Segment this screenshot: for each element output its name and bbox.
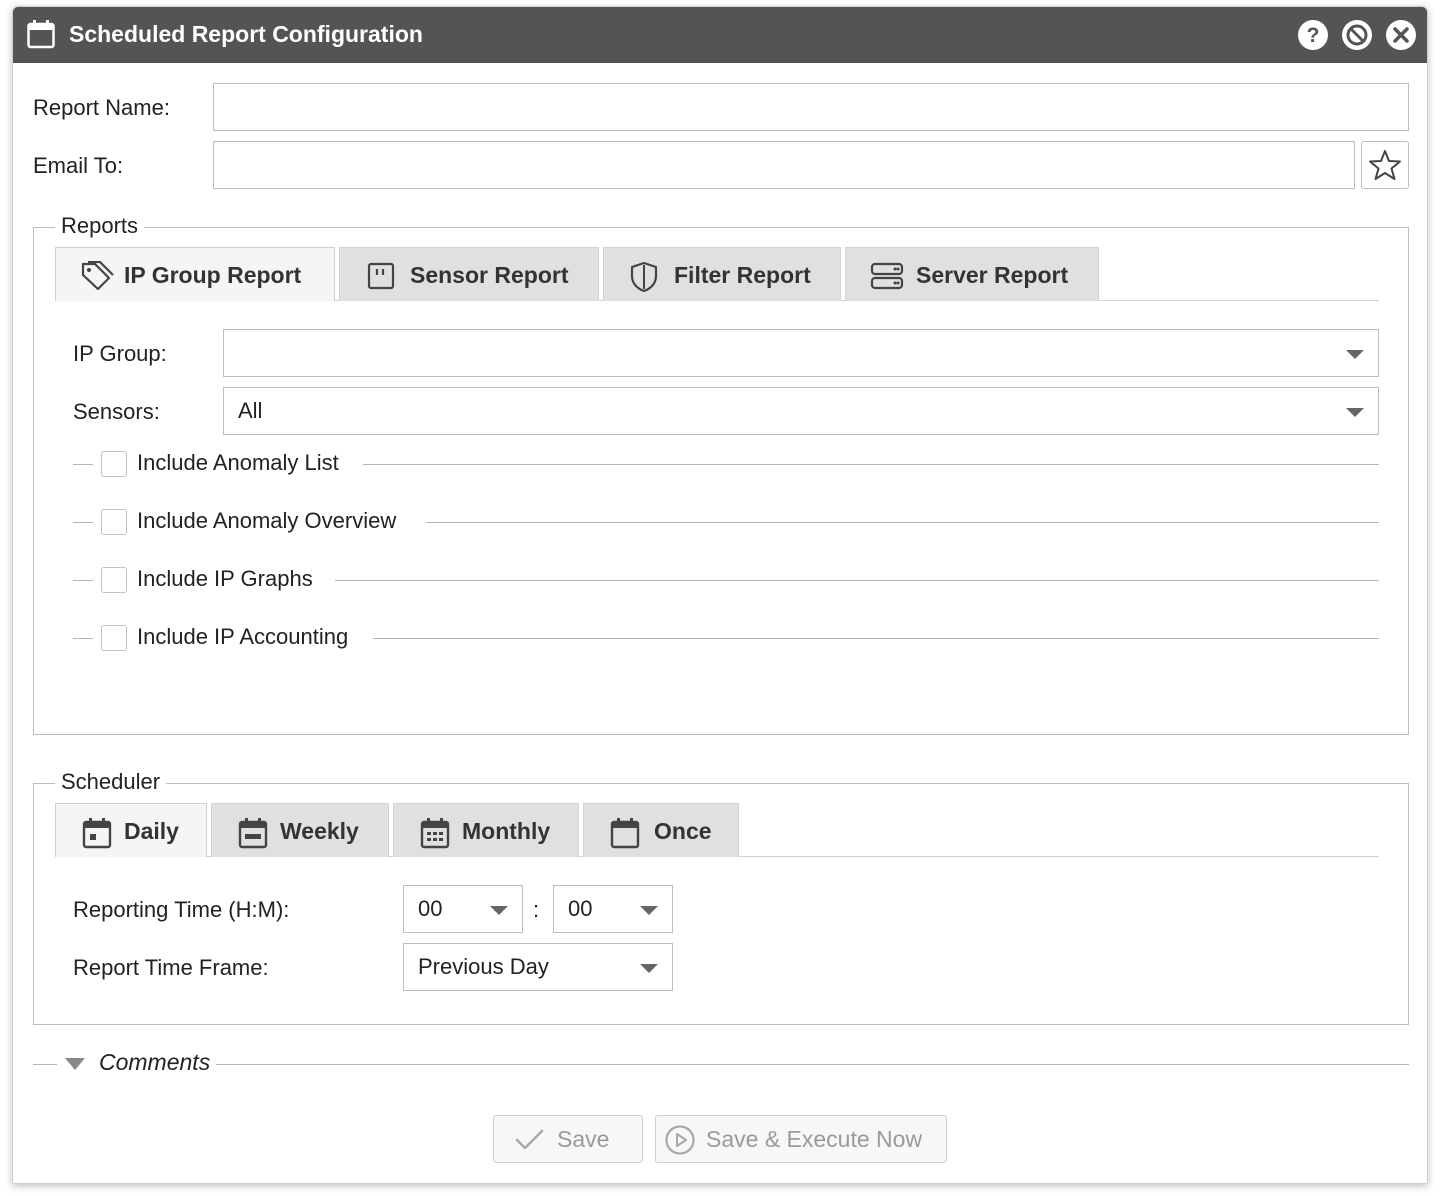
tab-server-report-label: Server Report — [916, 262, 1069, 288]
calendar-week-icon — [238, 818, 268, 849]
calendar-month-icon — [420, 818, 450, 849]
save-button[interactable]: Save — [493, 1115, 643, 1163]
tab-sensor-report[interactable]: Sensor Report — [339, 247, 599, 301]
play-circle-icon — [665, 1125, 695, 1155]
report-config-window: Scheduled Report Configuration ? Report … — [12, 6, 1428, 1184]
check-icon — [515, 1129, 544, 1150]
ip-group-label: IP Group: — [73, 341, 167, 366]
title-bar: Scheduled Report Configuration ? — [13, 7, 1427, 63]
window-title: Scheduled Report Configuration — [69, 21, 423, 47]
time-frame-select[interactable]: Previous Day — [403, 943, 673, 991]
ip-group-select[interactable] — [223, 329, 1379, 377]
include-ip-accounting-checkbox[interactable] — [101, 625, 127, 651]
calendar-icon — [610, 818, 640, 849]
close-icon[interactable] — [1385, 19, 1417, 51]
tab-daily-label: Daily — [124, 818, 179, 844]
chevron-down-icon — [1346, 408, 1364, 417]
calendar-day-icon — [82, 818, 112, 849]
sensors-label: Sensors: — [73, 399, 160, 424]
help-icon[interactable]: ? — [1297, 19, 1329, 51]
reports-fieldset — [33, 227, 1409, 735]
reporting-time-label: Reporting Time (H:M): — [73, 897, 290, 922]
tab-filter-report[interactable]: Filter Report — [603, 247, 841, 301]
include-ip-accounting-label[interactable]: Include IP Accounting — [137, 624, 348, 650]
tab-daily[interactable]: Daily — [55, 803, 207, 857]
include-anomaly-list-label[interactable]: Include Anomaly List — [137, 450, 339, 476]
calendar-icon — [27, 20, 55, 49]
tab-monthly-label: Monthly — [462, 818, 551, 844]
email-to-label: Email To: — [33, 153, 124, 178]
include-anomaly-list-checkbox[interactable] — [101, 451, 127, 477]
tab-monthly[interactable]: Monthly — [393, 803, 579, 857]
tab-once[interactable]: Once — [583, 803, 739, 857]
sensor-icon — [367, 262, 395, 290]
chevron-down-icon — [640, 906, 658, 915]
shield-icon — [630, 261, 658, 293]
save-execute-button-label: Save & Execute Now — [706, 1126, 923, 1152]
favorite-button[interactable] — [1361, 141, 1409, 189]
tab-weekly-label: Weekly — [280, 818, 359, 844]
sensors-select[interactable]: All — [223, 387, 1379, 435]
tab-ip-group-report-label: IP Group Report — [124, 262, 302, 288]
server-icon — [870, 262, 904, 290]
chevron-down-icon — [640, 964, 658, 973]
include-ip-graphs-label[interactable]: Include IP Graphs — [137, 566, 313, 592]
save-button-label: Save — [557, 1126, 610, 1152]
report-name-input[interactable] — [213, 83, 1409, 131]
hour-value: 00 — [418, 896, 443, 921]
star-icon — [1369, 150, 1401, 180]
minimize-icon[interactable] — [1341, 19, 1373, 51]
time-separator: : — [533, 897, 540, 922]
time-frame-value: Previous Day — [418, 954, 549, 979]
include-ip-graphs-checkbox[interactable] — [101, 567, 127, 593]
sensors-value: All — [238, 398, 263, 423]
email-to-input[interactable] — [213, 141, 1355, 189]
report-name-label: Report Name: — [33, 95, 170, 120]
save-execute-button[interactable]: Save & Execute Now — [655, 1115, 947, 1163]
tab-once-label: Once — [654, 818, 712, 844]
include-anomaly-overview-label[interactable]: Include Anomaly Overview — [137, 508, 396, 534]
tab-server-report[interactable]: Server Report — [845, 247, 1099, 301]
svg-text:?: ? — [1307, 24, 1320, 47]
time-frame-label: Report Time Frame: — [73, 955, 269, 980]
minute-value: 00 — [568, 896, 593, 921]
chevron-down-icon — [1346, 350, 1364, 359]
tab-weekly[interactable]: Weekly — [211, 803, 389, 857]
tag-icon — [81, 261, 114, 291]
hour-select[interactable]: 00 — [403, 885, 523, 933]
scheduler-legend: Scheduler — [55, 769, 167, 795]
comments-toggle[interactable] — [57, 1050, 97, 1078]
tab-ip-group-report[interactable]: IP Group Report — [55, 247, 335, 301]
comments-label[interactable]: Comments — [93, 1049, 217, 1076]
tab-filter-report-label: Filter Report — [674, 262, 811, 288]
triangle-down-icon — [65, 1058, 85, 1070]
include-anomaly-overview-checkbox[interactable] — [101, 509, 127, 535]
tab-sensor-report-label: Sensor Report — [410, 262, 569, 288]
chevron-down-icon — [490, 906, 508, 915]
reports-legend: Reports — [55, 213, 145, 239]
minute-select[interactable]: 00 — [553, 885, 673, 933]
